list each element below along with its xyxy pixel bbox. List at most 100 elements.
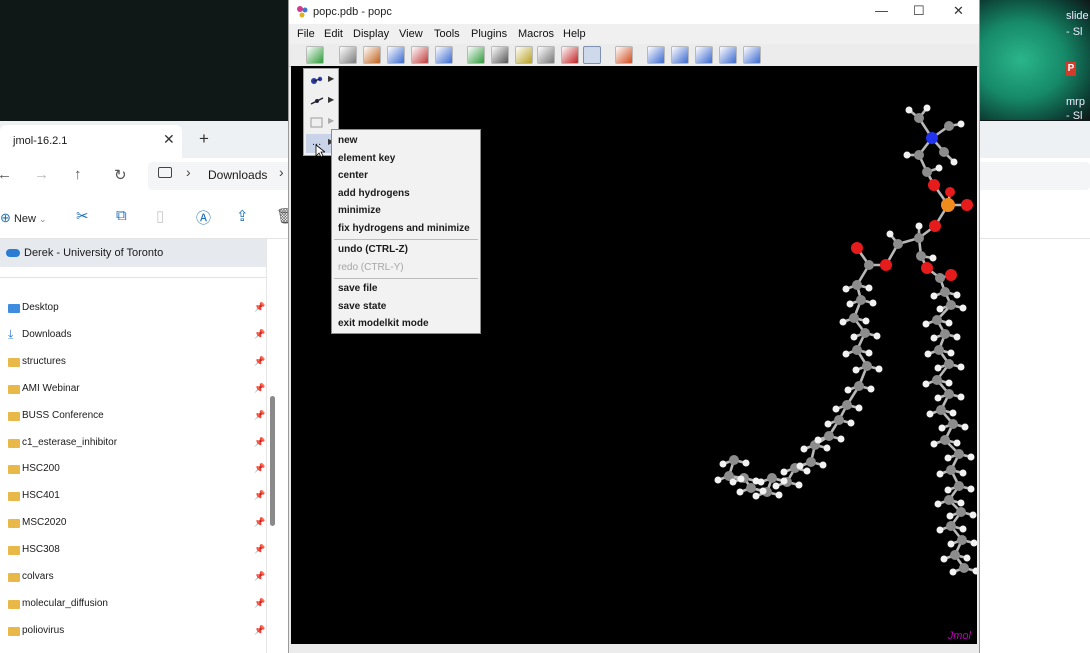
hydrogen-atom[interactable]: [961, 423, 969, 431]
popup-menu-item[interactable]: fix hydrogens and minimize: [332, 221, 480, 238]
pin-icon[interactable]: 📌: [254, 625, 265, 636]
carbon-atom[interactable]: [948, 419, 958, 429]
hydrogen-atom[interactable]: [839, 318, 847, 326]
popup-menu-item[interactable]: element key: [332, 151, 480, 168]
sidebar-item[interactable]: BUSS Conference 📌: [0, 405, 266, 431]
hydrogen-atom[interactable]: [795, 481, 803, 489]
menu-help[interactable]: Help: [563, 28, 586, 40]
hydrogen-atom[interactable]: [936, 526, 944, 534]
back-arrow-icon[interactable]: ←: [0, 166, 12, 183]
modelkit-atom-button[interactable]: ▶: [306, 71, 334, 90]
hydrogen-atom[interactable]: [949, 409, 957, 417]
sidebar-item[interactable]: c1_esterase_inhibitor 📌: [0, 432, 266, 458]
hydrogen-atom[interactable]: [959, 304, 967, 312]
hydrogen-atom[interactable]: [875, 365, 883, 373]
menu-display[interactable]: Display: [353, 28, 389, 40]
hydrogen-atom[interactable]: [970, 539, 978, 547]
hydrogen-atom[interactable]: [957, 120, 965, 128]
close-icon[interactable]: ✕: [953, 3, 964, 19]
hydrogen-atom[interactable]: [865, 349, 873, 357]
hydrogen-atom[interactable]: [934, 500, 942, 508]
hydrogen-atom[interactable]: [823, 444, 831, 452]
popup-menu-item[interactable]: save file: [332, 281, 480, 298]
hydrogen-atom[interactable]: [780, 468, 788, 476]
menu-edit[interactable]: Edit: [324, 28, 343, 40]
hydrogen-atom[interactable]: [719, 460, 727, 468]
modelkit-icon[interactable]: [583, 46, 601, 64]
carbon-atom[interactable]: [806, 457, 816, 467]
hydrogen-atom[interactable]: [752, 492, 760, 500]
carbon-atom[interactable]: [834, 415, 844, 425]
sidebar-item[interactable]: HSC401 📌: [0, 485, 266, 511]
carbon-atom[interactable]: [914, 233, 924, 243]
close-icon[interactable]: ✕: [163, 131, 175, 148]
sidebar-item[interactable]: structures 📌: [0, 351, 266, 377]
hydrogen-atom[interactable]: [837, 435, 845, 443]
carbon-atom[interactable]: [916, 251, 926, 261]
hydrogen-atom[interactable]: [936, 470, 944, 478]
oxygen-atom[interactable]: [851, 242, 863, 254]
menu-tools[interactable]: Tools: [434, 28, 460, 40]
hydrogen-atom[interactable]: [950, 158, 958, 166]
hydrogen-atom[interactable]: [869, 299, 877, 307]
carbon-atom[interactable]: [746, 483, 756, 493]
carbon-atom[interactable]: [864, 260, 874, 270]
hydrogen-atom[interactable]: [824, 420, 832, 428]
measure-icon[interactable]: [515, 46, 533, 64]
edit-script-icon[interactable]: [411, 46, 429, 64]
pin-icon[interactable]: 📌: [254, 490, 265, 501]
carbon-atom[interactable]: [944, 359, 954, 369]
nitrogen-atom[interactable]: [926, 132, 938, 144]
menu-file[interactable]: File: [297, 28, 315, 40]
carbon-atom[interactable]: [922, 167, 932, 177]
pin-icon[interactable]: 📌: [254, 356, 265, 367]
label-atoms-icon[interactable]: [561, 46, 579, 64]
modelkit-bond-button[interactable]: ▶: [306, 92, 334, 111]
hydrogen-atom[interactable]: [714, 476, 722, 484]
hydrogen-atom[interactable]: [945, 319, 953, 327]
hydrogen-atom[interactable]: [953, 291, 961, 299]
carbon-atom[interactable]: [729, 455, 739, 465]
carbon-atom[interactable]: [954, 481, 964, 491]
hydrogen-atom[interactable]: [940, 555, 948, 563]
zoom-icon[interactable]: [387, 46, 405, 64]
sidebar-item[interactable]: AMI Webinar 📌: [0, 378, 266, 404]
carbon-atom[interactable]: [957, 535, 967, 545]
hydrogen-atom[interactable]: [752, 477, 760, 485]
sidebar-item[interactable]: MSC2020 📌: [0, 512, 266, 538]
share-icon[interactable]: ⇪: [236, 207, 249, 225]
hydrogen-atom[interactable]: [926, 410, 934, 418]
hydrogen-atom[interactable]: [814, 436, 822, 444]
carbon-atom[interactable]: [914, 150, 924, 160]
carbon-atom[interactable]: [944, 121, 954, 131]
hydrogen-atom[interactable]: [742, 459, 750, 467]
new-button[interactable]: ⊕ New ⌄: [0, 210, 47, 226]
select-pointer-icon[interactable]: [491, 46, 509, 64]
popup-menu-item[interactable]: minimize: [332, 203, 480, 220]
hydrogen-atom[interactable]: [967, 485, 975, 493]
carbon-atom[interactable]: [946, 300, 956, 310]
carbon-atom[interactable]: [852, 345, 862, 355]
carbon-atom[interactable]: [824, 431, 834, 441]
hydrogen-atom[interactable]: [850, 333, 858, 341]
new-tab-button[interactable]: +: [199, 129, 209, 149]
rotate-icon[interactable]: [467, 46, 485, 64]
hydrogen-atom[interactable]: [729, 478, 737, 486]
hydrogen-atom[interactable]: [803, 467, 811, 475]
hydrogen-atom[interactable]: [772, 482, 780, 490]
oxygen-atom[interactable]: [961, 199, 973, 211]
hydrogen-atom[interactable]: [936, 305, 944, 313]
refresh-icon[interactable]: ↻: [114, 166, 127, 184]
hydrogen-atom[interactable]: [957, 363, 965, 371]
carbon-atom[interactable]: [767, 473, 777, 483]
hydrogen-atom[interactable]: [923, 104, 931, 112]
hydrogen-atom[interactable]: [930, 334, 938, 342]
desktop-icon-strip[interactable]: slide - Sl P mrp - Sl: [1062, 0, 1090, 122]
carbon-atom[interactable]: [849, 313, 859, 323]
hydrogen-atom[interactable]: [953, 333, 961, 341]
carbon-atom[interactable]: [939, 147, 949, 157]
hydrogen-atom[interactable]: [959, 469, 967, 477]
pin-icon[interactable]: 📌: [254, 598, 265, 609]
up-arrow-icon[interactable]: ↑: [74, 166, 82, 183]
oxygen-atom[interactable]: [945, 187, 955, 197]
